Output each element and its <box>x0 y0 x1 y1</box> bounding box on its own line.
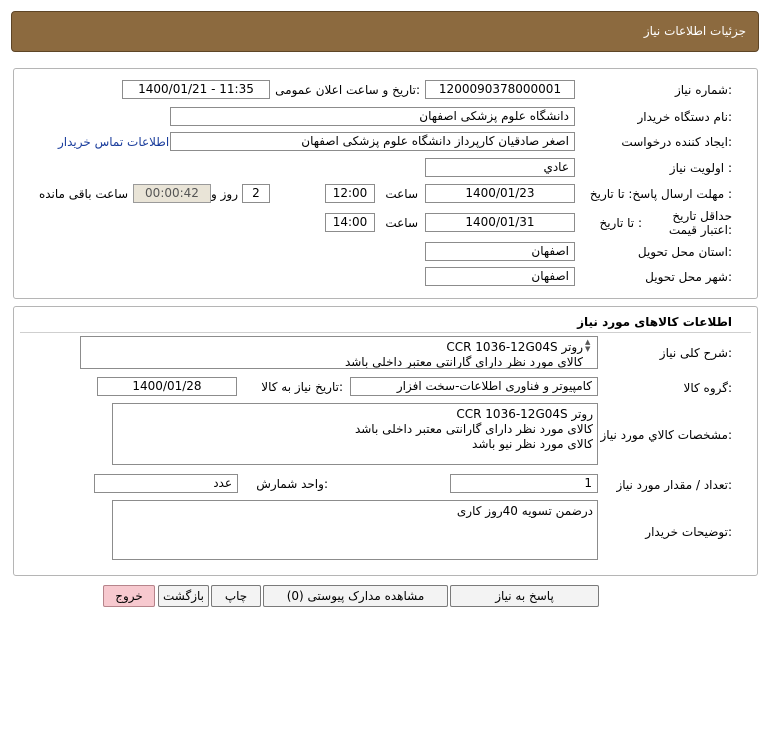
goods-group-field: کامپیوتر و فناوری اطلاعات-سخت افزار <box>350 377 598 396</box>
buyer-org-field: دانشگاه علوم پزشکی اصفهان <box>170 107 575 126</box>
unit-field: عدد <box>94 474 238 493</box>
summary-label: شرح کلی نیاز: <box>659 346 732 360</box>
need-details-panel <box>13 68 758 299</box>
specs-textarea[interactable]: روتر CCR 1036-12G04S کالای مورد نظر دارا… <box>112 403 598 465</box>
time-remaining-label: ساعت باقی مانده <box>38 187 128 201</box>
announce-datetime-label: تاریخ و ساعت اعلان عمومی: <box>275 83 420 97</box>
summary-textarea[interactable]: روتر CCR 1036-12G04S کالای مورد نظر دارا… <box>80 336 598 369</box>
price-validity-label: حداقل تاریخ اعتبار قیمت: <box>668 209 732 237</box>
page-title: جزئیات اطلاعات نیاز <box>643 24 746 38</box>
section-divider <box>20 332 751 333</box>
unit-label: واحد شمارش: <box>256 477 328 491</box>
specs-label: مشخصات کالاي مورد نياز: <box>600 428 732 442</box>
print-button[interactable]: چاپ <box>211 585 261 607</box>
price-validity-time-field: 14:00 <box>325 213 375 232</box>
reply-date-field: 1400/01/23 <box>425 184 575 203</box>
province-field: اصفهان <box>425 242 575 261</box>
buyer-org-label: نام دستگاه خریدار: <box>637 110 733 124</box>
quantity-label: تعداد / مقدار مورد نیاز: <box>616 478 732 492</box>
priority-label: اولویت نیاز : <box>669 161 732 175</box>
province-label: استان محل تحویل: <box>637 245 732 259</box>
days-label: روز و <box>211 187 238 201</box>
reply-time-field: 12:00 <box>325 184 375 203</box>
goods-section-title: اطلاعات کالاهای مورد نیاز <box>577 315 732 329</box>
exit-button[interactable]: خروج <box>103 585 155 607</box>
goods-group-label: گروه کالا: <box>683 381 733 395</box>
need-date-field: 1400/01/28 <box>97 377 237 396</box>
reply-time-label: ساعت <box>385 187 418 201</box>
need-number-field: 1200090378000001 <box>425 80 575 99</box>
reply-button[interactable]: پاسخ به نیاز <box>450 585 599 607</box>
announce-datetime-field: 1400/01/21 - 11:35 <box>122 80 270 99</box>
priority-field: عادي <box>425 158 575 177</box>
requester-label: ایجاد کننده درخواست: <box>621 135 732 149</box>
summary-scroll-icon[interactable]: ▲ ▼ <box>585 339 590 353</box>
requester-field: اصغر صادقیان کارپرداز دانشگاه علوم پزشکی… <box>170 132 575 151</box>
price-validity-time-label: ساعت <box>385 216 418 230</box>
price-validity-sub-label: تا تاریخ : <box>599 216 642 230</box>
need-date-label: تاریخ نیاز به کالا: <box>261 380 343 394</box>
time-remaining-field: 00:00:42 <box>133 184 211 203</box>
need-number-label: شماره نیاز: <box>674 83 732 97</box>
buyer-contact-link[interactable]: اطلاعات تماس خریدار <box>58 135 169 149</box>
back-button[interactable]: بازگشت <box>158 585 209 607</box>
attachments-button[interactable]: مشاهده مدارک پیوستی (0) <box>263 585 448 607</box>
price-validity-date-field: 1400/01/31 <box>425 213 575 232</box>
buyer-notes-textarea[interactable]: درضمن تسویه 40روز کاری <box>112 500 598 560</box>
city-field: اصفهان <box>425 267 575 286</box>
reply-deadline-label: مهلت ارسال پاسخ: تا تاریخ : <box>589 187 732 201</box>
page-header: جزئیات اطلاعات نیاز <box>11 11 759 52</box>
quantity-field: 1 <box>450 474 598 493</box>
city-label: شهر محل تحویل: <box>645 270 732 284</box>
buyer-notes-label: توضیحات خریدار: <box>645 525 732 539</box>
days-remaining-field: 2 <box>242 184 270 203</box>
